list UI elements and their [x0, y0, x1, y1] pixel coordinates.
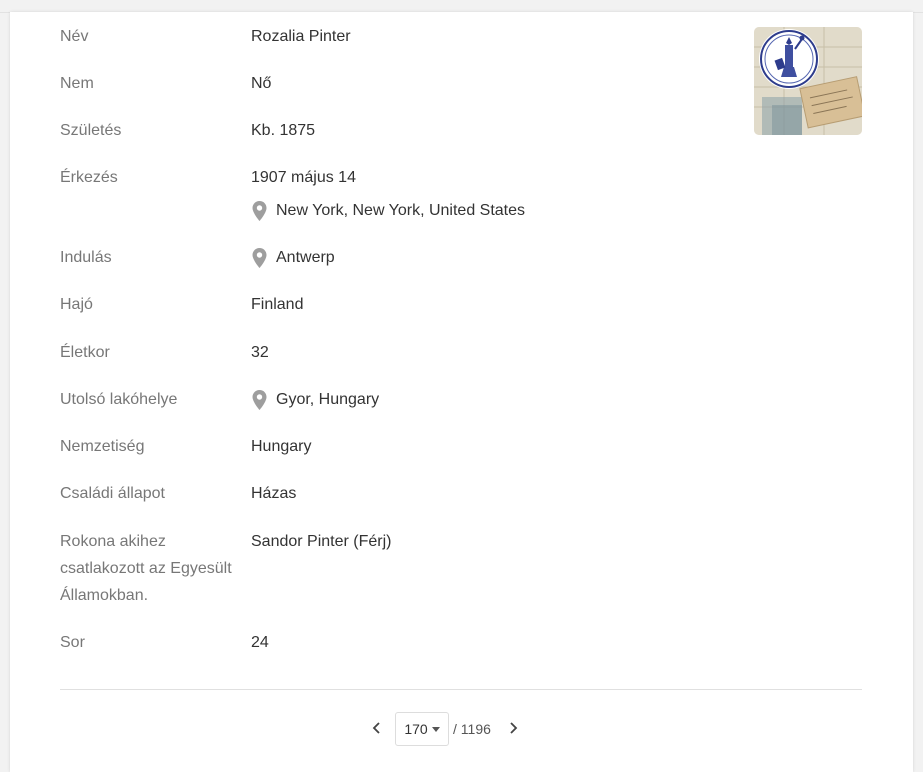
next-page-button[interactable] — [501, 712, 525, 746]
map-pin-icon — [251, 389, 268, 411]
field-value: Házas — [251, 485, 297, 502]
arrival-values: 1907 május 14 New York, New York, United… — [251, 164, 751, 224]
arrival-date: 1907 május 14 — [251, 169, 356, 186]
field-label: Családi állapot — [60, 485, 165, 502]
map-pin-icon — [251, 200, 268, 222]
chevron-right-icon — [508, 721, 518, 738]
caret-down-icon — [431, 726, 440, 732]
field-label: Hajó — [60, 296, 93, 313]
field-value: Finland — [251, 296, 304, 313]
page-select[interactable]: 170 — [395, 712, 449, 746]
field-label: Életkor — [60, 344, 110, 361]
field-label: Nem — [60, 75, 94, 92]
field-value: Sandor Pinter (Férj) — [251, 533, 392, 550]
residence-place: Gyor, Hungary — [276, 391, 380, 408]
field-label: Születés — [60, 122, 122, 139]
field-value: Nő — [251, 75, 272, 92]
field-label: Nemzetiség — [60, 438, 145, 455]
field-label: Utolsó lakóhelye — [60, 391, 178, 408]
field-value: 32 — [251, 344, 269, 361]
departure-place: Antwerp — [276, 249, 335, 266]
residence-place-row: Gyor, Hungary — [251, 386, 751, 413]
field-label: Rokona akihez csatlakozott az Egyesült Á… — [60, 533, 232, 604]
divider — [60, 689, 862, 690]
map-pin-icon — [251, 247, 268, 269]
record-card: Név Rozalia Pinter Nem Nő Születés Kb. 1… — [10, 12, 913, 772]
field-label: Sor — [60, 634, 85, 651]
field-label: Indulás — [60, 249, 112, 266]
field-value: 24 — [251, 634, 269, 651]
current-page: 170 — [404, 721, 428, 737]
field-value: Hungary — [251, 438, 312, 455]
field-label: Érkezés — [60, 169, 118, 186]
arrival-place-row: New York, New York, United States — [251, 197, 751, 224]
field-value: Kb. 1875 — [251, 122, 316, 139]
field-label: Név — [60, 28, 89, 45]
field-value: Rozalia Pinter — [251, 28, 351, 45]
page-total: / 1196 — [453, 721, 491, 737]
departure-place-row: Antwerp — [251, 244, 751, 271]
prev-page-button[interactable] — [365, 712, 389, 746]
record-image-thumbnail[interactable] — [754, 27, 862, 135]
chevron-left-icon — [372, 721, 382, 738]
arrival-place: New York, New York, United States — [276, 202, 526, 219]
pagination: 170 / 1196 — [365, 712, 525, 746]
